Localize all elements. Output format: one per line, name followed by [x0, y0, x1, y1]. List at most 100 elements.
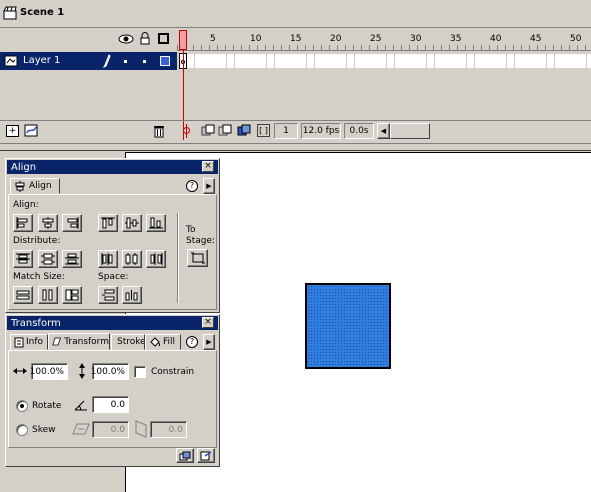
layer-color-swatch[interactable] [160, 56, 170, 66]
tab-fill-label: Fill [163, 337, 176, 347]
blue-square-shape[interactable] [305, 283, 391, 369]
scene-bar: Scene 1 [0, 0, 591, 28]
match-size-label: Match Size: [13, 272, 65, 282]
tab-stroke-label: Stroke [117, 337, 145, 347]
tab-transform-label: Transform [64, 336, 109, 347]
align-panel-titlebar[interactable]: Align × [7, 160, 218, 174]
to-stage-divider [177, 213, 179, 303]
ruler-ticks [177, 45, 591, 51]
onion-skin-icon[interactable] [201, 124, 215, 137]
frame-number: 25 [370, 34, 382, 44]
panel-menu-arrow[interactable]: ▶ [203, 178, 215, 194]
frame-cells[interactable] [187, 54, 591, 68]
constrain-label: Constrain [151, 367, 195, 377]
lock-dot[interactable] [143, 60, 146, 63]
fill-tab-icon [150, 336, 160, 347]
tab-align[interactable]: Align [10, 178, 60, 194]
modify-onion-markers-icon[interactable]: [ ] [257, 124, 270, 137]
center-frame-icon[interactable] [181, 124, 192, 138]
rotate-label: Rotate [32, 401, 62, 411]
outline-icon[interactable] [158, 33, 169, 44]
tab-fill[interactable]: Fill [145, 334, 181, 350]
height-scale-input[interactable]: 100.0% [91, 363, 129, 380]
to-stage-button[interactable] [187, 249, 208, 267]
help-icon[interactable]: ? [186, 336, 198, 348]
rotate-radio[interactable] [16, 400, 28, 412]
space-evenly-vertically-button[interactable] [98, 286, 118, 304]
match-width-button[interactable] [13, 286, 33, 304]
trash-icon[interactable] [153, 124, 165, 138]
match-width-and-height-button[interactable] [62, 286, 82, 304]
frame-rate-field[interactable]: 12.0 fps [301, 123, 341, 139]
reset-transform-button[interactable] [197, 448, 215, 463]
layer-row[interactable]: Layer 1 [0, 52, 177, 70]
distribute-top-button[interactable] [13, 250, 33, 268]
insert-guide-layer-icon[interactable] [24, 124, 39, 137]
constrain-checkbox[interactable] [134, 366, 146, 378]
align-panel: Align × Align ? ▶ Align: Distribute: Mat… [5, 158, 220, 313]
playhead[interactable] [179, 30, 187, 50]
layer-icon [4, 55, 18, 67]
width-arrows-icon [13, 368, 27, 374]
distribute-right-button[interactable] [146, 250, 166, 268]
frame-number: 20 [330, 34, 342, 44]
timeline-divider[interactable] [0, 143, 591, 151]
transform-panel-titlebar[interactable]: Transform × [7, 316, 218, 330]
close-icon[interactable]: × [202, 317, 214, 328]
lock-icon[interactable] [140, 32, 150, 45]
skew-radio[interactable] [16, 424, 28, 436]
horizontal-scrollbar-track[interactable] [430, 123, 591, 139]
align-right-edge-button[interactable] [62, 214, 82, 232]
timeline: 1 5 10 15 20 25 30 35 40 45 50 Layer 1 + [0, 29, 591, 143]
pencil-icon [103, 54, 111, 68]
skew-label: Skew [32, 425, 56, 435]
frame-number: 45 [530, 34, 542, 44]
current-frame-field: 1 [274, 123, 298, 139]
align-left-edge-button[interactable] [13, 214, 33, 232]
close-icon[interactable]: × [202, 161, 214, 172]
horizontal-scrollbar-thumb[interactable] [390, 123, 430, 139]
width-scale-input[interactable]: 100.0% [30, 363, 68, 380]
tab-info[interactable]: Info [10, 334, 48, 350]
align-label: Align: [13, 200, 39, 210]
distribute-horizontal-center-button[interactable] [122, 250, 142, 268]
tab-align-label: Align [29, 181, 52, 191]
transform-panel: Transform × Info Transform Stroke Fill ?… [5, 314, 220, 467]
distribute-bottom-button[interactable] [62, 250, 82, 268]
height-arrows-icon [79, 363, 85, 379]
layer-frames[interactable] [177, 52, 591, 70]
align-horizontal-center-button[interactable] [38, 214, 58, 232]
match-height-button[interactable] [38, 286, 58, 304]
elapsed-time-field: 0.0s [344, 123, 374, 139]
eye-icon[interactable] [118, 34, 134, 44]
rotate-input[interactable]: 0.0 [92, 396, 129, 413]
edit-multiple-frames-icon[interactable] [237, 124, 251, 137]
rotate-angle-icon [74, 400, 87, 411]
copy-and-apply-transform-button[interactable] [176, 448, 194, 463]
onion-skin-outlines-icon[interactable] [218, 124, 232, 137]
help-icon[interactable]: ? [186, 180, 198, 192]
scroll-left-button[interactable]: ◀ [377, 123, 390, 139]
insert-layer-icon[interactable]: + [6, 125, 19, 137]
panel-menu-arrow[interactable]: ▶ [203, 334, 215, 350]
distribute-vertical-center-button[interactable] [38, 250, 58, 268]
space-label: Space: [98, 272, 129, 282]
frame-ruler[interactable]: 1 5 10 15 20 25 30 35 40 45 50 [177, 29, 591, 51]
info-tab-icon [14, 337, 24, 347]
skew-horizontal-input[interactable]: 0.0 [92, 421, 129, 438]
space-evenly-horizontally-button[interactable] [122, 286, 142, 304]
layer-name[interactable]: Layer 1 [23, 55, 60, 66]
distribute-left-button[interactable] [98, 250, 118, 268]
skew-vertical-icon [135, 420, 147, 438]
frames-empty-area [177, 70, 591, 120]
scene-title[interactable]: Scene 1 [20, 7, 64, 18]
tab-stroke[interactable]: Stroke [111, 334, 145, 350]
skew-vertical-input[interactable]: 0.0 [150, 421, 187, 438]
align-vertical-center-button[interactable] [122, 214, 142, 232]
clapperboard-icon [3, 6, 17, 20]
tab-transform[interactable]: Transform [48, 333, 110, 350]
visibility-dot[interactable] [124, 60, 127, 63]
align-bottom-edge-button[interactable] [146, 214, 166, 232]
align-top-edge-button[interactable] [98, 214, 118, 232]
frame-number: 40 [490, 34, 502, 44]
